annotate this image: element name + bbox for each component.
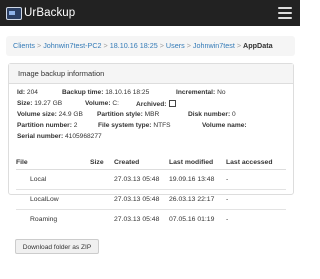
file-last-modified: 07.05.16 01:19 bbox=[169, 209, 226, 229]
hamburger-menu-icon[interactable] bbox=[278, 7, 292, 19]
info-incremental: Incremental: No bbox=[176, 89, 226, 96]
file-created: 27.03.13 05:48 bbox=[114, 189, 169, 210]
breadcrumb-user[interactable]: Johnwin7test bbox=[193, 41, 235, 50]
breadcrumb-backup[interactable]: 18.10.16 18:25 bbox=[110, 41, 158, 50]
breadcrumb-separator: > bbox=[186, 41, 191, 50]
file-size bbox=[90, 169, 114, 190]
breadcrumb-client[interactable]: Johnwin7test-PC2 bbox=[43, 41, 101, 50]
breadcrumb-current: AppData bbox=[243, 41, 273, 50]
file-created: 27.03.13 05:48 bbox=[114, 209, 169, 229]
header-file[interactable]: File bbox=[16, 155, 90, 170]
info-partition-number: Partition number: 2 bbox=[17, 122, 78, 129]
breadcrumb-clients[interactable]: Clients bbox=[13, 41, 35, 50]
header-size[interactable]: Size bbox=[90, 155, 114, 170]
breadcrumb-separator: > bbox=[236, 41, 242, 50]
info-disk-number: Disk number: 0 bbox=[188, 111, 236, 118]
file-table: File Size Created Last modified Last acc… bbox=[16, 155, 286, 229]
table-row[interactable]: Local 27.03.13 05:48 19.09.16 13:48 - bbox=[16, 169, 286, 190]
breadcrumb-separator: > bbox=[159, 41, 164, 50]
file-last-modified: 19.09.16 13:48 bbox=[169, 169, 226, 190]
table-header-row: File Size Created Last modified Last acc… bbox=[16, 155, 286, 170]
info-id: Id: 204 bbox=[17, 89, 38, 96]
table-row[interactable]: Roaming 27.03.13 05:48 07.05.16 01:19 - bbox=[16, 209, 286, 229]
info-serial-number: Serial number: 4105968277 bbox=[17, 133, 102, 140]
info-archived: Archived: bbox=[136, 100, 177, 108]
file-last-accessed: - bbox=[226, 169, 286, 190]
breadcrumb-users[interactable]: Users bbox=[166, 41, 185, 50]
file-created: 27.03.13 05:48 bbox=[114, 169, 169, 190]
breadcrumb-separator: > bbox=[103, 41, 108, 50]
breadcrumb: Clients > Johnwin7test-PC2 >18.10.16 18:25 >… bbox=[6, 36, 295, 56]
breadcrumb-separator: > bbox=[36, 41, 42, 50]
file-last-accessed: - bbox=[226, 209, 286, 229]
panel-title: Image backup information bbox=[9, 64, 293, 84]
info-file-system-type: File system type: NTFS bbox=[98, 122, 171, 129]
header-created[interactable]: Created bbox=[114, 155, 169, 170]
file-name[interactable]: LocalLow bbox=[16, 189, 90, 210]
info-volume: Volume: C: bbox=[85, 100, 119, 107]
urbackup-logo-icon bbox=[6, 6, 22, 20]
header-last-modified[interactable]: Last modified bbox=[169, 155, 226, 170]
info-backup-time: Backup time: 18.10.16 18:25 bbox=[62, 89, 150, 96]
brand-name: UrBackup bbox=[24, 7, 76, 19]
file-size bbox=[90, 209, 114, 229]
info-volume-name: Volume name: bbox=[202, 122, 247, 129]
archived-checkbox bbox=[169, 100, 177, 107]
file-size bbox=[90, 189, 114, 210]
file-name[interactable]: Local bbox=[16, 169, 90, 190]
file-name[interactable]: Roaming bbox=[16, 209, 90, 229]
info-volume-size: Volume size: 24.9 GB bbox=[17, 111, 83, 118]
file-last-modified: 26.03.13 22:17 bbox=[169, 189, 226, 210]
header-last-accessed[interactable]: Last accessed bbox=[226, 155, 286, 170]
info-size: Size: 19.27 GB bbox=[17, 100, 63, 107]
file-last-accessed: - bbox=[226, 189, 286, 210]
brand-logo[interactable]: UrBackup bbox=[6, 4, 75, 22]
navbar: UrBackup bbox=[0, 0, 300, 26]
table-row[interactable]: LocalLow 27.03.13 05:48 26.03.13 22:17 - bbox=[16, 189, 286, 210]
download-zip-button[interactable]: Download folder as ZIP bbox=[15, 239, 99, 254]
info-partition-style: Partition style: MBR bbox=[97, 111, 160, 118]
